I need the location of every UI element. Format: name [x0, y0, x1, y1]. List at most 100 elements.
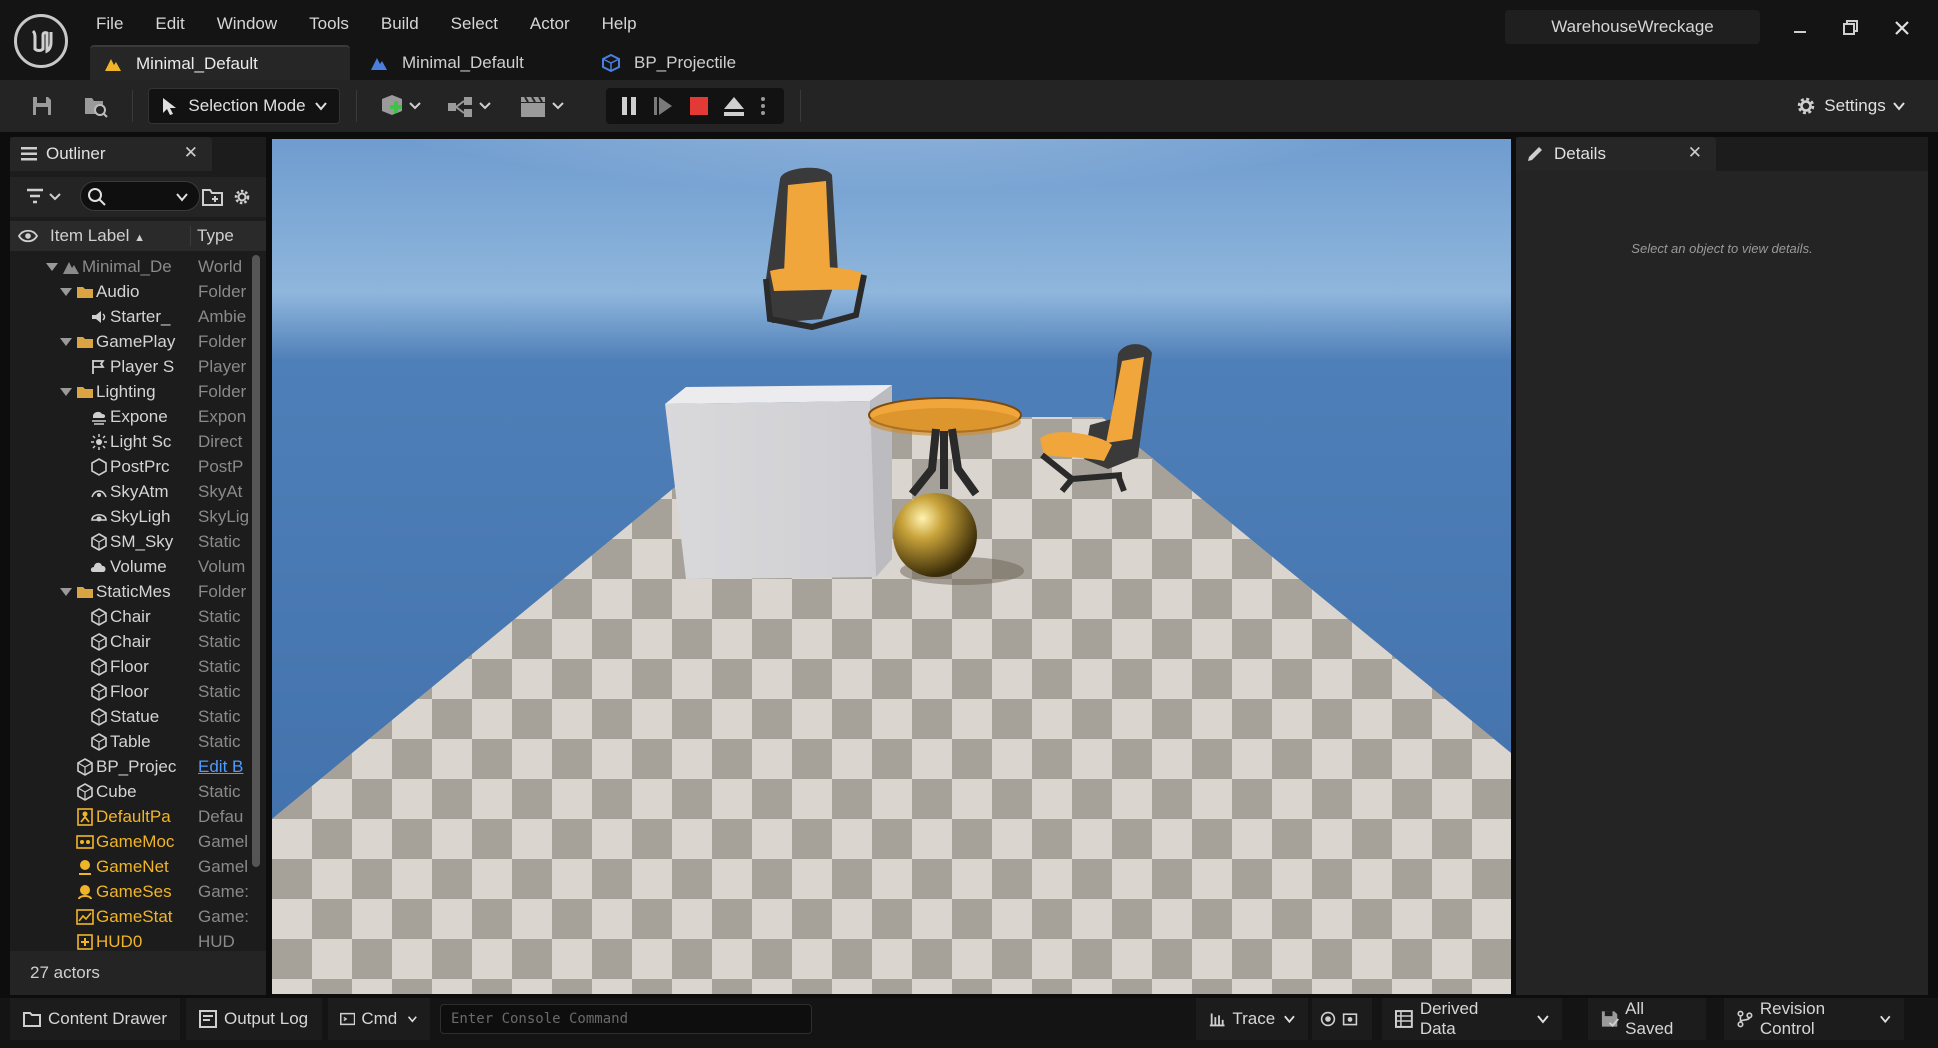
close-icon[interactable]: ✕: [1688, 143, 1702, 163]
advance-frame-icon[interactable]: [652, 95, 674, 117]
outliner-row[interactable]: Table Static: [10, 730, 250, 755]
outliner-row[interactable]: StaticMes Folder: [10, 580, 250, 605]
column-item-label[interactable]: Item Label ▲: [50, 226, 145, 246]
viewport-scene[interactable]: [272, 139, 1511, 994]
outliner-row[interactable]: Floor Static: [10, 655, 250, 680]
edit-blueprint-link[interactable]: Edit B: [198, 757, 250, 777]
save-button[interactable]: [26, 88, 58, 124]
expand-arrow-icon[interactable]: [60, 388, 72, 396]
outliner-row[interactable]: HUD0 HUD: [10, 930, 250, 951]
expand-arrow-icon[interactable]: [60, 338, 72, 346]
console-command-input[interactable]: Enter Console Command: [440, 1004, 812, 1034]
outliner-row[interactable]: Expone Expon: [10, 405, 250, 430]
filter-icon[interactable]: [26, 188, 66, 206]
minimize-icon[interactable]: [1786, 14, 1814, 42]
gear-icon[interactable]: [232, 187, 252, 207]
tab-level-minimal-default[interactable]: Minimal_Default: [90, 45, 350, 80]
menu-tools[interactable]: Tools: [293, 10, 365, 40]
outliner-tab[interactable]: Outliner ✕: [10, 137, 212, 171]
outliner-scrollbar[interactable]: [252, 255, 260, 867]
unreal-logo-icon[interactable]: [14, 14, 68, 68]
blueprint-button[interactable]: [444, 88, 498, 124]
outliner-row[interactable]: Lighting Folder: [10, 380, 250, 405]
browse-button[interactable]: [80, 88, 112, 124]
outliner-row[interactable]: Audio Folder: [10, 280, 250, 305]
outliner-row[interactable]: Minimal_De World: [10, 255, 250, 280]
outliner-row-type: Static: [198, 657, 241, 676]
menu-actor[interactable]: Actor: [514, 10, 586, 40]
outliner-row-label: GameNet: [96, 857, 169, 876]
menu-window[interactable]: Window: [201, 10, 293, 40]
eye-icon[interactable]: [18, 229, 38, 243]
menu-file[interactable]: File: [80, 10, 139, 40]
close-icon[interactable]: [1888, 14, 1916, 42]
outliner-row[interactable]: SM_Sky Static: [10, 530, 250, 555]
content-drawer-button[interactable]: Content Drawer: [10, 998, 180, 1040]
settings-button[interactable]: Settings: [1790, 88, 1910, 124]
expand-arrow-icon[interactable]: [60, 288, 72, 296]
cursor-icon: [163, 98, 177, 115]
all-saved-button[interactable]: All Saved: [1588, 998, 1706, 1040]
add-actor-button[interactable]: [376, 88, 426, 124]
column-type[interactable]: Type: [190, 226, 234, 246]
screenshot-icon[interactable]: [1342, 1009, 1358, 1029]
outliner-row-type: Defau: [198, 807, 244, 826]
details-tab[interactable]: Details ✕: [1516, 137, 1716, 171]
tab-material-minimal-default[interactable]: Minimal_Default: [350, 45, 560, 80]
expand-arrow-icon[interactable]: [46, 263, 58, 271]
outliner-row[interactable]: Starter_ Ambie: [10, 305, 250, 330]
selection-mode-dropdown[interactable]: Selection Mode: [148, 88, 340, 124]
outliner-row-label: GameMoc: [96, 832, 175, 851]
expand-arrow-icon[interactable]: [60, 588, 72, 596]
add-folder-icon[interactable]: [202, 187, 224, 207]
cmd-dropdown[interactable]: Cmd: [328, 998, 430, 1040]
pause-icon[interactable]: [618, 95, 640, 117]
tab-bp-projectile[interactable]: BP_Projectile: [560, 45, 756, 80]
menu-build[interactable]: Build: [365, 10, 435, 40]
outliner-row[interactable]: Floor Static: [10, 680, 250, 705]
outliner-row[interactable]: Volume Volum: [10, 555, 250, 580]
outliner-row[interactable]: PostPrc PostP: [10, 455, 250, 480]
outliner-row[interactable]: Light Sc Direct: [10, 430, 250, 455]
outliner-row-label: GamePlay: [96, 332, 176, 351]
outliner-row[interactable]: Chair Static: [10, 630, 250, 655]
outliner-row[interactable]: Player S Player: [10, 355, 250, 380]
output-log-button[interactable]: Output Log: [186, 998, 322, 1040]
outliner-row[interactable]: GamePlay Folder: [10, 330, 250, 355]
menu-select[interactable]: Select: [435, 10, 514, 40]
restore-icon[interactable]: [1836, 14, 1864, 42]
trace-dropdown[interactable]: Trace: [1196, 998, 1308, 1040]
outliner-row[interactable]: GameNet Gamel: [10, 855, 250, 880]
outliner-row[interactable]: Chair Static: [10, 605, 250, 630]
outliner-row[interactable]: GameSes Game:: [10, 880, 250, 905]
outliner-row-label: Table: [110, 732, 151, 751]
eject-icon[interactable]: [722, 95, 746, 117]
player-start-icon: [90, 358, 108, 376]
record-icon[interactable]: [1320, 1009, 1336, 1029]
menu-edit[interactable]: Edit: [139, 10, 200, 40]
close-icon[interactable]: ✕: [184, 143, 198, 163]
outliner-row[interactable]: SkyAtm SkyAt: [10, 480, 250, 505]
revision-control-dropdown[interactable]: Revision Control: [1724, 998, 1904, 1040]
outliner-row[interactable]: GameStat Game:: [10, 905, 250, 930]
outliner-row[interactable]: Statue Static: [10, 705, 250, 730]
outliner-row[interactable]: BP_Projec Edit B: [10, 755, 250, 780]
cube-mesh: [665, 385, 892, 579]
outliner-row[interactable]: DefaultPa Defau: [10, 805, 250, 830]
menu-help[interactable]: Help: [586, 10, 653, 40]
output-log-label: Output Log: [224, 1009, 309, 1028]
outliner-row[interactable]: GameMoc Gamel: [10, 830, 250, 855]
more-options-icon[interactable]: [758, 95, 768, 117]
cinematics-button[interactable]: [516, 88, 572, 124]
derived-data-dropdown[interactable]: Derived Data: [1382, 998, 1562, 1040]
chevron-down-icon: [176, 193, 188, 202]
outliner-row-type: Direct: [198, 432, 243, 451]
outliner-row-label: Volume: [110, 557, 167, 576]
stop-icon[interactable]: [688, 95, 710, 117]
revision-control-label: Revision Control: [1759, 999, 1826, 1038]
outliner-row[interactable]: SkyLigh SkyLig: [10, 505, 250, 530]
search-icon: [88, 188, 106, 206]
outliner-row[interactable]: Cube Static: [10, 780, 250, 805]
outliner-search-input[interactable]: [80, 181, 200, 211]
level-viewport[interactable]: [272, 139, 1511, 994]
